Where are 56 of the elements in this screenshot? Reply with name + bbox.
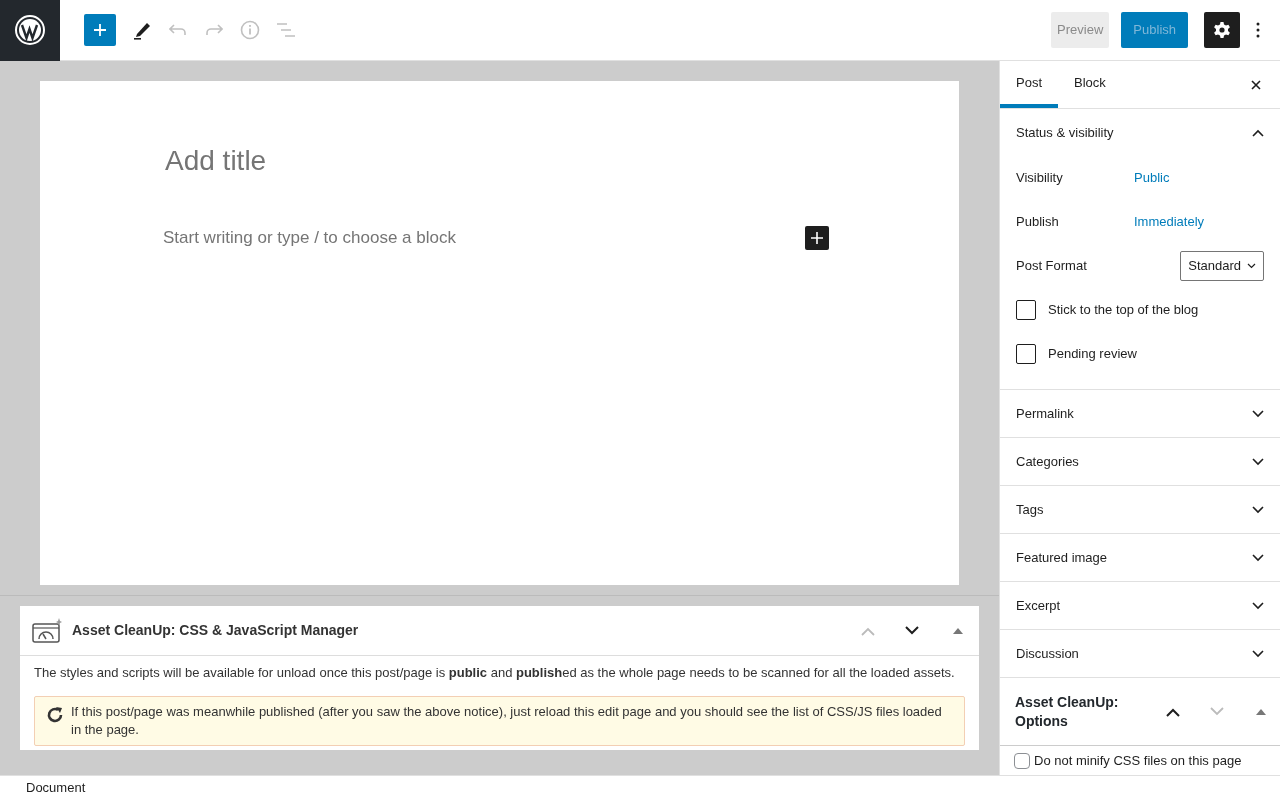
field-value-link[interactable]: Public [1134, 168, 1170, 188]
checkbox-label: Do not minify CSS files on this page [1034, 752, 1242, 771]
panel-header[interactable]: Categories [1000, 438, 1280, 485]
checkbox[interactable] [1016, 300, 1036, 320]
wordpress-logo-icon [14, 14, 46, 46]
chevron-down-icon [1252, 649, 1264, 658]
caret-icon [1247, 263, 1256, 269]
sidebar-tab[interactable]: Block [1058, 61, 1122, 108]
pencil-icon [133, 20, 151, 40]
checkbox-label: Pending review [1048, 345, 1137, 364]
chevron-down-icon [1252, 457, 1264, 466]
checkbox[interactable] [1016, 344, 1036, 364]
speedometer-icon [32, 617, 62, 644]
panel-header[interactable]: Excerpt [1000, 582, 1280, 629]
panel-header[interactable]: Featured image [1000, 534, 1280, 581]
plus-icon [810, 230, 824, 245]
info-icon [240, 20, 260, 40]
list-view-icon [276, 22, 296, 38]
settings-button[interactable] [1204, 12, 1240, 48]
redo-icon [205, 24, 223, 36]
chevron-down-icon [1252, 553, 1264, 562]
field-value-link[interactable]: Immediately [1134, 212, 1205, 232]
move-down-icon[interactable] [905, 625, 919, 636]
settings-icon [1213, 21, 1231, 39]
panel-title: Asset CleanUp: Options [1015, 692, 1120, 731]
undo-icon [169, 24, 187, 36]
panel-header[interactable]: Status & visibility [1000, 109, 1280, 156]
field-label: Visibility [1016, 169, 1064, 188]
notice-text: If this post/page was meanwhile published (after you saw the above notice), just reload this edit page and you should see the list of CSS/JS files loaded in the page. [71, 703, 943, 739]
plus-icon [92, 22, 108, 38]
metabox-title: Asset CleanUp: CSS & JavaScript Manager [72, 621, 360, 640]
more-options-icon [1256, 22, 1260, 38]
paragraph-placeholder[interactable]: Start writing or type / to choose a block [163, 225, 805, 251]
sidebar-tab[interactable]: Post [1000, 61, 1058, 108]
checkbox-label: Stick to the top of the blog [1048, 301, 1199, 320]
post-format-select[interactable]: Standard [1180, 251, 1264, 281]
chevron-down-icon [1252, 409, 1264, 418]
wordpress-logo[interactable] [0, 0, 60, 61]
panel-header[interactable]: Tags [1000, 486, 1280, 533]
reload-icon [45, 705, 65, 725]
chevron-up-icon [1252, 128, 1264, 137]
panel-header[interactable]: Discussion [1000, 630, 1280, 677]
chevron-down-icon [1252, 601, 1264, 610]
close-icon [1251, 79, 1261, 90]
collapse-triangle-icon[interactable] [1256, 708, 1266, 715]
chevron-down-icon [1252, 505, 1264, 514]
panel-header[interactable]: Permalink [1000, 390, 1280, 437]
move-up-icon[interactable] [1166, 706, 1180, 717]
collapse-triangle-icon[interactable] [953, 627, 963, 634]
checkbox[interactable] [1014, 753, 1030, 769]
breadcrumb-link[interactable]: Document [26, 778, 86, 798]
add-block-button[interactable] [805, 225, 829, 250]
title-field[interactable]: Add title [163, 143, 829, 179]
field-label: Post Format [1016, 257, 1087, 276]
metabox-intro-text: The styles and scripts will be available for unload once this post/page is public and published as the whole page needs to be scanned for all the loaded assets. [34, 664, 956, 681]
field-label: Publish [1016, 213, 1060, 232]
